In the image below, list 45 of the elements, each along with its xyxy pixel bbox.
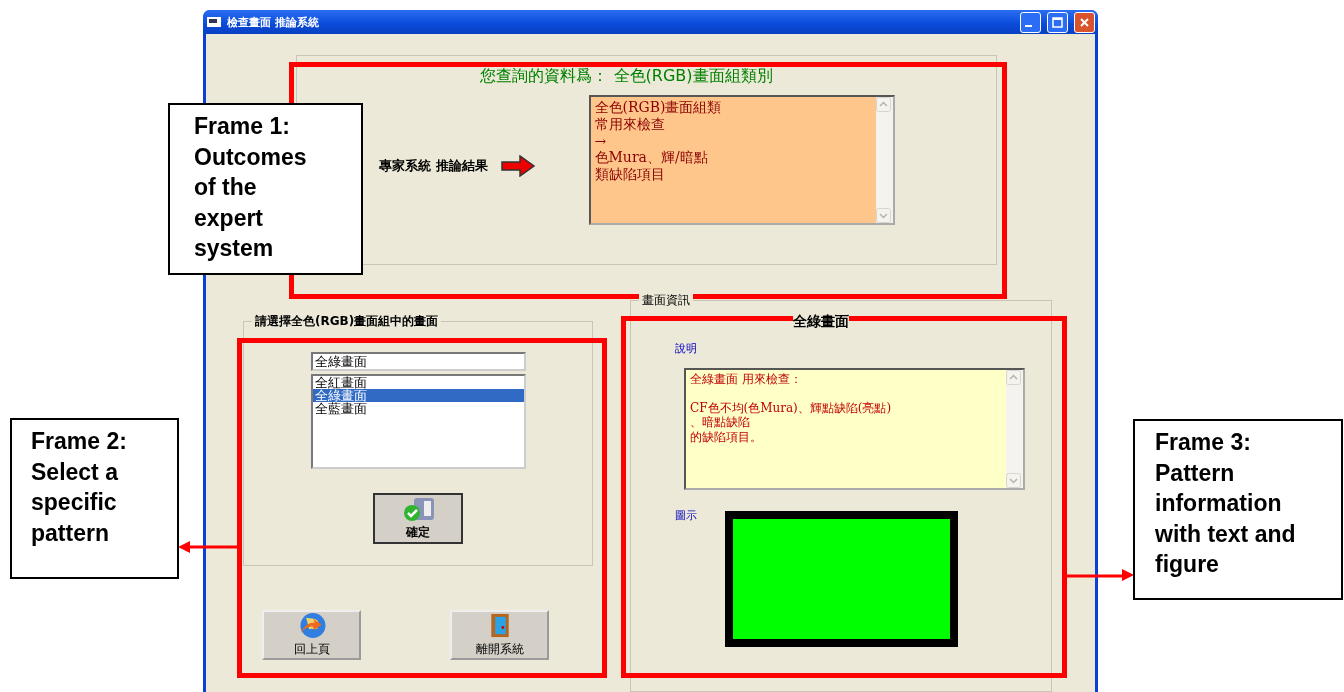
callout-arrow bbox=[1066, 568, 1134, 582]
text-line: 類缺陷項目 bbox=[594, 166, 665, 183]
app-icon bbox=[207, 16, 221, 28]
list-item[interactable]: 全藍畫面 bbox=[312, 402, 524, 415]
description-label: 說明 bbox=[675, 342, 697, 355]
arrow-icon bbox=[499, 155, 536, 177]
pattern-list[interactable]: 全紅畫面 全綠畫面 全藍畫面 bbox=[310, 374, 526, 469]
text-line: 色Mura、輝/暗點 bbox=[594, 149, 708, 167]
description-text-area[interactable]: 全綠畫面 用來檢查： CF色不均(色Mura)、輝點缺陷(亮點) 、暗點缺陷 的缺陷項目。 bbox=[684, 368, 1025, 490]
back-button[interactable]: 回上頁 bbox=[262, 610, 361, 660]
figure-label: 圖示 bbox=[675, 508, 697, 523]
group-legend: 畫面資訊 bbox=[639, 292, 693, 309]
result-text-area[interactable]: 全色(RGB)畫面組類 常用來檢查 → 色Mura、輝/暗點 類缺陷項目 bbox=[588, 95, 895, 225]
text-line: 全色(RGB)畫面組類 bbox=[594, 99, 722, 116]
exit-button[interactable]: 離開系統 bbox=[450, 610, 549, 660]
list-item[interactable]: 全綠畫面 bbox=[312, 389, 524, 402]
scrollbar[interactable] bbox=[1006, 370, 1023, 488]
text-line: 、暗點缺陷 bbox=[690, 415, 750, 430]
scroll-down-icon[interactable] bbox=[1006, 473, 1021, 488]
annotation-callout: Frame 1: Outcomes of the expert system bbox=[168, 103, 363, 275]
pattern-combo[interactable]: 全綠畫面 bbox=[310, 352, 526, 371]
maximize-icon bbox=[1052, 16, 1063, 28]
text-line: CF色不均(色Mura)、輝點缺陷(亮點) bbox=[690, 400, 892, 416]
text-line: → bbox=[594, 132, 607, 150]
close-button[interactable] bbox=[1074, 11, 1095, 33]
scroll-up-icon[interactable] bbox=[1006, 370, 1021, 385]
list-item[interactable]: 全紅畫面 bbox=[312, 376, 524, 389]
minimize-icon bbox=[1025, 25, 1032, 27]
text-line: 的缺陷項目。 bbox=[690, 429, 762, 444]
result-label: 專家系統 推論結果 bbox=[379, 157, 488, 175]
minimize-button[interactable] bbox=[1020, 11, 1041, 33]
pattern-heading: 全綠畫面 bbox=[793, 313, 849, 331]
scroll-up-icon[interactable] bbox=[875, 97, 891, 112]
query-heading: 您查詢的資料爲： 全色(RGB)畫面組類別 bbox=[480, 66, 773, 87]
close-icon bbox=[1079, 16, 1090, 28]
scroll-down-icon[interactable] bbox=[875, 208, 891, 223]
text-line: 常用來檢查 bbox=[594, 115, 665, 133]
annotation-callout: Frame 2: Select a specific pattern bbox=[10, 418, 179, 579]
scrollbar[interactable] bbox=[875, 97, 893, 223]
maximize-button[interactable] bbox=[1047, 11, 1068, 33]
callout-arrow bbox=[178, 540, 240, 554]
ok-button[interactable]: 確定 bbox=[373, 493, 463, 544]
window-title: 檢查畫面 推論系統 bbox=[227, 14, 320, 30]
annotation-callout: Frame 3: Pattern information with text and figure bbox=[1133, 419, 1343, 600]
text-line: 全綠畫面 用來檢查： bbox=[690, 372, 802, 387]
